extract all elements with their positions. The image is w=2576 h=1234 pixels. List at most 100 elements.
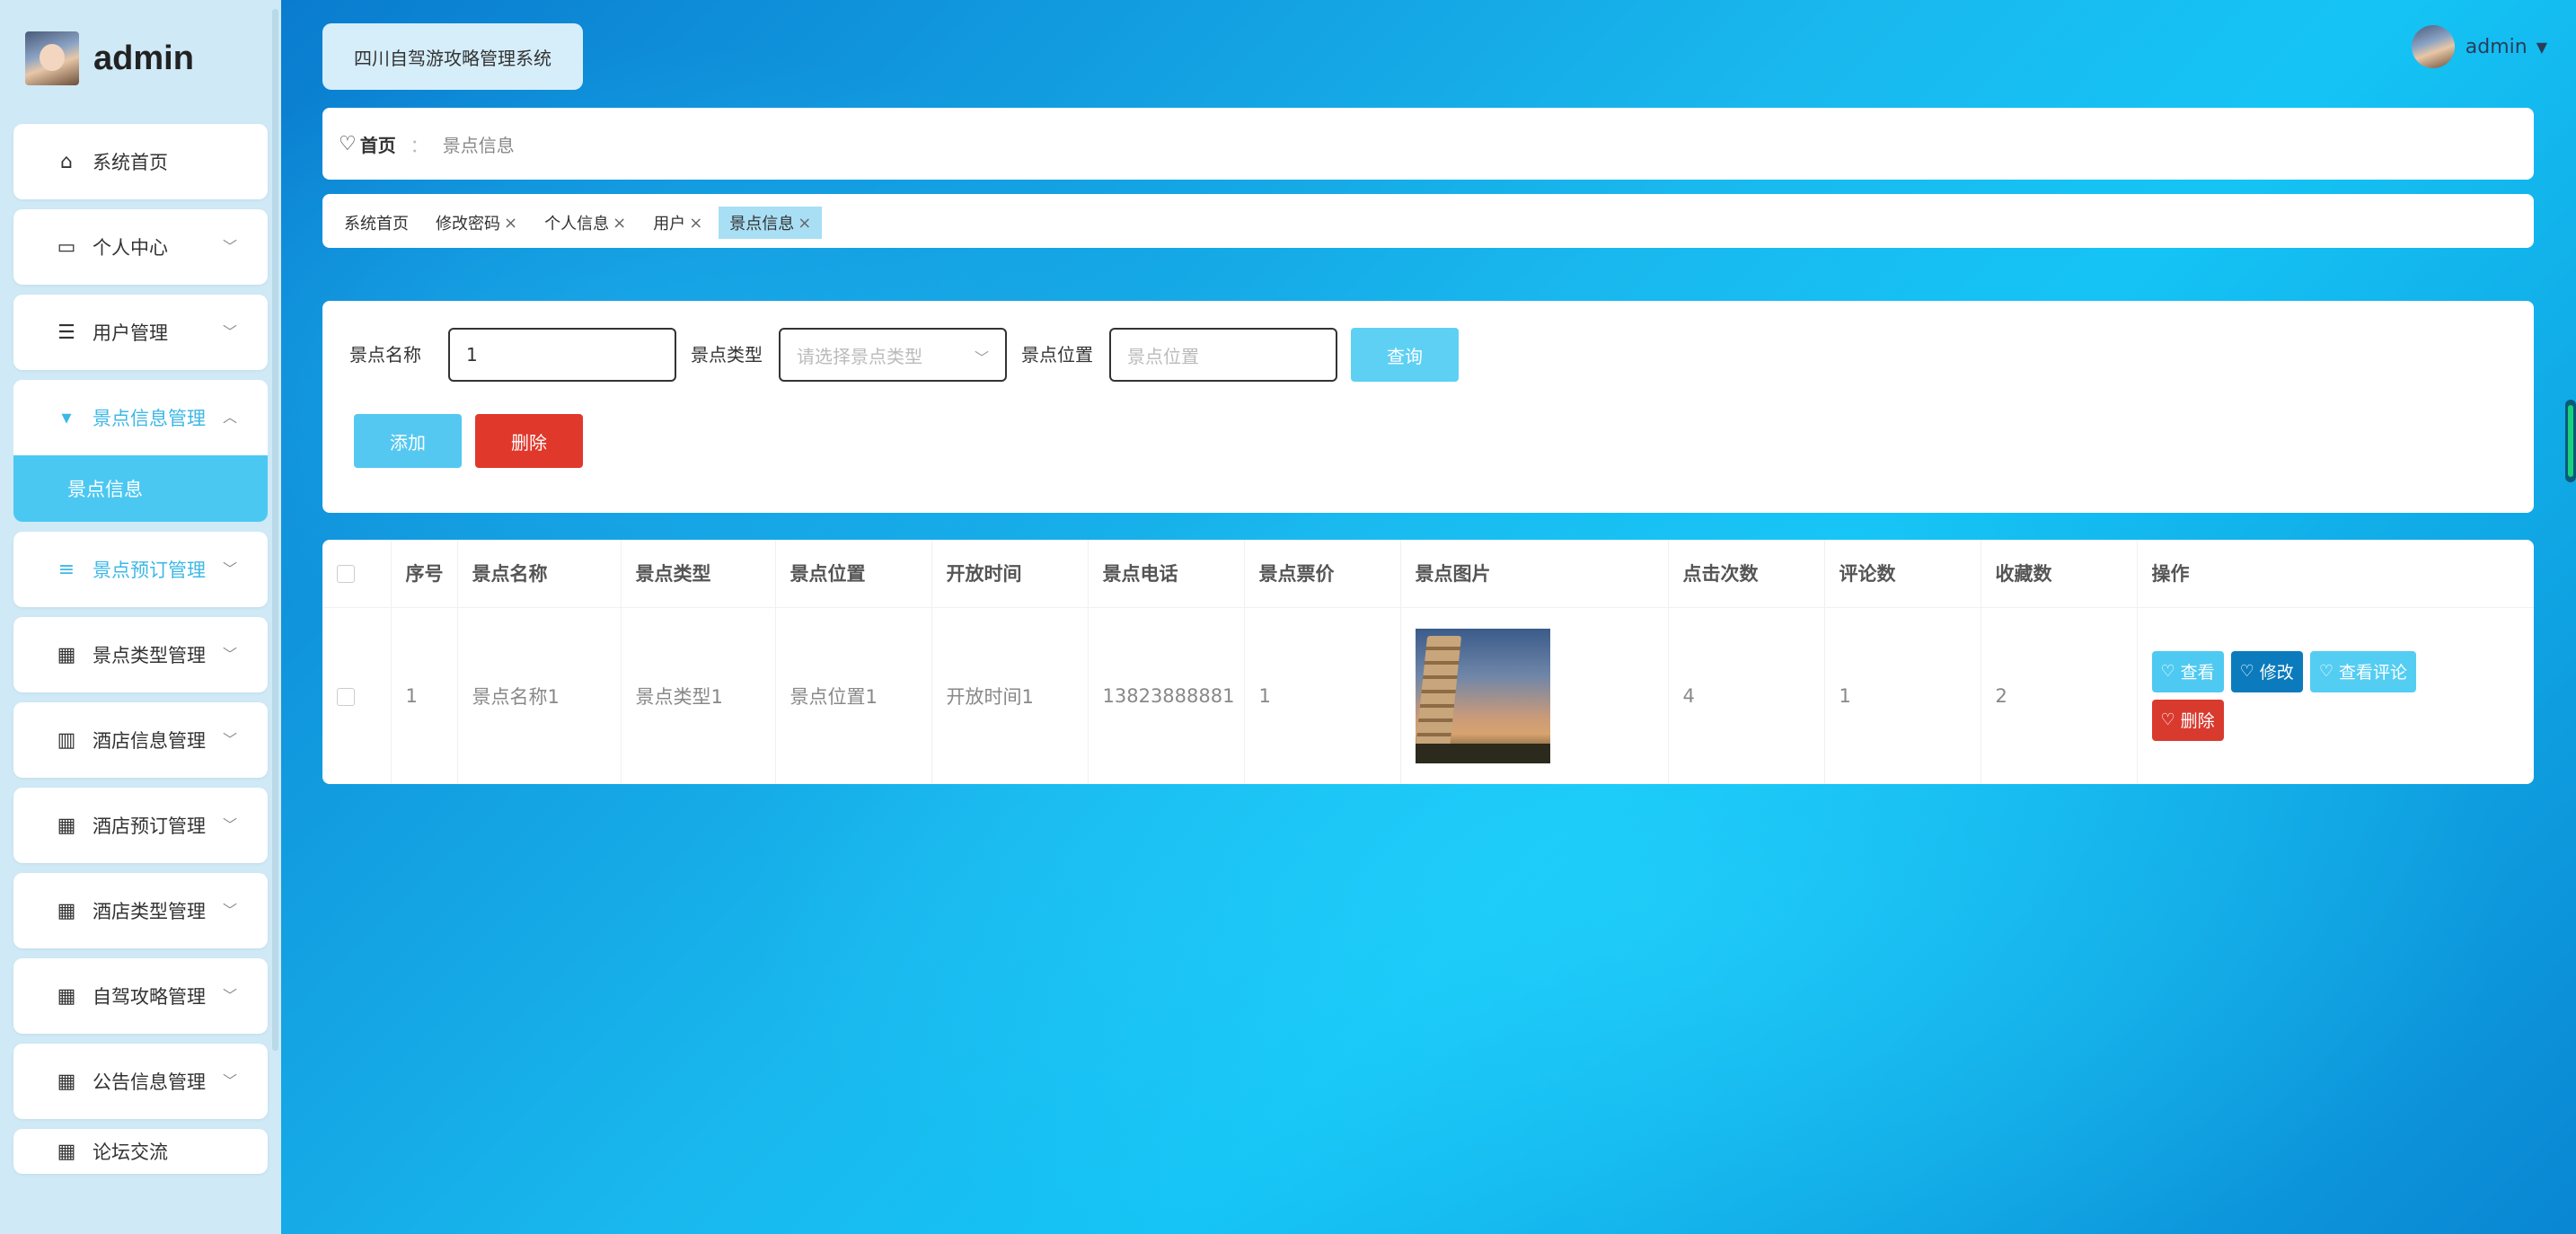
select-all-cell <box>322 540 392 608</box>
ground-shape <box>1415 743 1550 763</box>
column-header: 景点类型 <box>621 540 776 608</box>
sidebar-item-personal-center[interactable]: ▭ 个人中心 ﹀ <box>13 209 268 285</box>
row-delete-label: 删除 <box>2180 711 2215 732</box>
user-menu[interactable]: admin ▼ <box>2411 25 2547 68</box>
sidebar-item-scenic-booking[interactable]: ≡ 景点预订管理 ﹀ <box>13 532 268 607</box>
chevron-down-icon: ﹀ <box>222 816 237 833</box>
sidebar-item-scenic-info-management[interactable]: ▾ 景点信息管理 ︿ <box>13 380 268 455</box>
column-header: 景点票价 <box>1244 540 1401 608</box>
row-actions: ♡ 查看 ♡ 修改 ♡ 查看评论 ♡ 删除 <box>2151 650 2448 741</box>
view-button[interactable]: ♡ 查看 <box>2151 650 2224 692</box>
sidebar-item-label: 景点类型管理 <box>93 645 206 666</box>
grid-icon: ▦ <box>57 1140 76 1163</box>
caret-down-icon: ▼ <box>2536 38 2547 56</box>
tab-label: 系统首页 <box>344 215 409 234</box>
page-scrollbar[interactable] <box>2565 400 2576 482</box>
cell-price: 1 <box>1244 607 1401 784</box>
chevron-down-icon: ﹀ <box>222 323 237 340</box>
close-icon[interactable]: × <box>689 214 702 233</box>
cell-actions: ♡ 查看 ♡ 修改 ♡ 查看评论 ♡ 删除 <box>2137 607 2534 784</box>
scenic-name-label: 景点名称 <box>349 344 421 366</box>
grid-icon: ▦ <box>57 643 76 666</box>
sidebar-subitem-scenic-info[interactable]: 景点信息 <box>13 455 268 522</box>
sidebar-item-forum[interactable]: ▦ 论坛交流 <box>13 1129 268 1174</box>
books-icon: ▥ <box>57 728 76 752</box>
column-header: 评论数 <box>1824 540 1981 608</box>
cell-comments: 1 <box>1824 607 1981 784</box>
sidebar-item-user-management[interactable]: ☰ 用户管理 ﹀ <box>13 295 268 370</box>
chevron-down-icon: ﹀ <box>222 646 237 663</box>
heart-icon: ♡ <box>2318 662 2333 682</box>
sliders-icon: ☰ <box>57 321 75 344</box>
view-comments-button[interactable]: ♡ 查看评论 <box>2309 650 2416 692</box>
view-label: 查看 <box>2180 663 2215 683</box>
edit-label: 修改 <box>2259 663 2294 683</box>
tab-personal-info[interactable]: 个人信息 × <box>544 207 626 239</box>
breadcrumb-current: 景点信息 <box>442 134 515 156</box>
column-header: 开放时间 <box>931 540 1089 608</box>
system-title: 四川自驾游攻略管理系统 <box>322 23 583 90</box>
select-all-checkbox[interactable] <box>337 565 355 584</box>
home-icon: ⌂ <box>60 150 73 173</box>
row-select-cell <box>322 607 392 784</box>
chevron-up-icon: ︿ <box>222 409 237 426</box>
cell-image <box>1400 607 1669 784</box>
delete-button[interactable]: 删除 <box>475 414 583 468</box>
chevron-down-icon: ﹀ <box>974 349 989 366</box>
sidebar-item-hotel-booking[interactable]: ▦ 酒店预订管理 ﹀ <box>13 788 268 863</box>
scenic-name-input[interactable]: 1 <box>448 328 676 382</box>
pin-icon: ▾ <box>61 406 72 429</box>
sidebar-item-hotel-info[interactable]: ▥ 酒店信息管理 ﹀ <box>13 702 268 778</box>
sidebar-item-scenic-type[interactable]: ▦ 景点类型管理 ﹀ <box>13 617 268 692</box>
data-table: 序号 景点名称 景点类型 景点位置 开放时间 景点电话 景点票价 景点图片 点击… <box>322 540 2534 784</box>
sidebar-item-label: 公告信息管理 <box>93 1071 206 1093</box>
scenic-type-select[interactable]: 请选择景点类型 ﹀ <box>779 328 1007 382</box>
column-header: 序号 <box>391 540 458 608</box>
brand: admin <box>25 31 194 86</box>
cell-index: 1 <box>391 607 458 784</box>
scenic-image[interactable] <box>1415 628 1550 763</box>
heart-icon: ♡ <box>339 132 357 155</box>
search-panel: 景点名称 1 景点类型 请选择景点类型 ﹀ 景点位置 景点位置 查询 添加 删除 <box>322 301 2534 513</box>
scenic-location-input[interactable]: 景点位置 <box>1109 328 1337 382</box>
tabs-bar: 系统首页 修改密码 × 个人信息 × 用户 × 景点信息 × <box>322 194 2534 248</box>
sidebar-item-announcement[interactable]: ▦ 公告信息管理 ﹀ <box>13 1044 268 1119</box>
tab-change-password[interactable]: 修改密码 × <box>436 207 517 239</box>
tab-label: 用户 <box>653 215 686 234</box>
sidebar-item-label: 个人中心 <box>93 237 168 259</box>
sidebar-item-label: 用户管理 <box>93 322 168 344</box>
close-icon[interactable]: × <box>504 214 517 233</box>
add-button[interactable]: 添加 <box>354 414 462 468</box>
column-header: 景点电话 <box>1088 540 1245 608</box>
close-icon[interactable]: × <box>613 214 626 233</box>
column-header: 景点名称 <box>457 540 622 608</box>
sidebar-item-hotel-type[interactable]: ▦ 酒店类型管理 ﹀ <box>13 873 268 948</box>
scenic-type-label: 景点类型 <box>691 344 763 366</box>
tab-home[interactable]: 系统首页 <box>344 207 409 239</box>
sidebar-item-label: 酒店信息管理 <box>93 730 206 752</box>
grid-icon: ▦ <box>57 984 76 1008</box>
avatar <box>2411 25 2455 68</box>
cell-name: 景点名称1 <box>457 607 622 784</box>
breadcrumb: ♡ 首页 ： 景点信息 <box>322 108 2534 180</box>
sidebar-item-drive-guide[interactable]: ▦ 自驾攻略管理 ﹀ <box>13 958 268 1034</box>
grid-icon: ▦ <box>57 1070 76 1093</box>
tab-scenic-info[interactable]: 景点信息 × <box>719 207 823 239</box>
heart-icon: ♡ <box>2160 662 2175 682</box>
tab-user[interactable]: 用户 × <box>653 207 702 239</box>
sidebar-item-home[interactable]: ⌂ 系统首页 <box>13 124 268 199</box>
row-checkbox[interactable] <box>337 687 355 706</box>
sidebar-item-label: 自驾攻略管理 <box>93 986 206 1008</box>
table-header: 序号 景点名称 景点类型 景点位置 开放时间 景点电话 景点票价 景点图片 点击… <box>322 540 2534 608</box>
view-comments-label: 查看评论 <box>2338 663 2407 683</box>
breadcrumb-home[interactable]: 首页 <box>360 131 396 157</box>
column-header: 景点位置 <box>775 540 932 608</box>
sidebar-menu: ⌂ 系统首页 ▭ 个人中心 ﹀ ☰ 用户管理 ﹀ ▾ 景点信息管理 ︿ 景点信息… <box>13 124 268 1184</box>
sidebar-scrollbar[interactable] <box>272 9 278 1051</box>
query-button[interactable]: 查询 <box>1351 328 1459 382</box>
tab-label: 个人信息 <box>544 215 610 234</box>
close-icon[interactable]: × <box>798 214 811 233</box>
row-delete-button[interactable]: ♡ 删除 <box>2151 699 2224 741</box>
user-name: admin <box>2465 35 2527 58</box>
edit-button[interactable]: ♡ 修改 <box>2230 650 2303 692</box>
